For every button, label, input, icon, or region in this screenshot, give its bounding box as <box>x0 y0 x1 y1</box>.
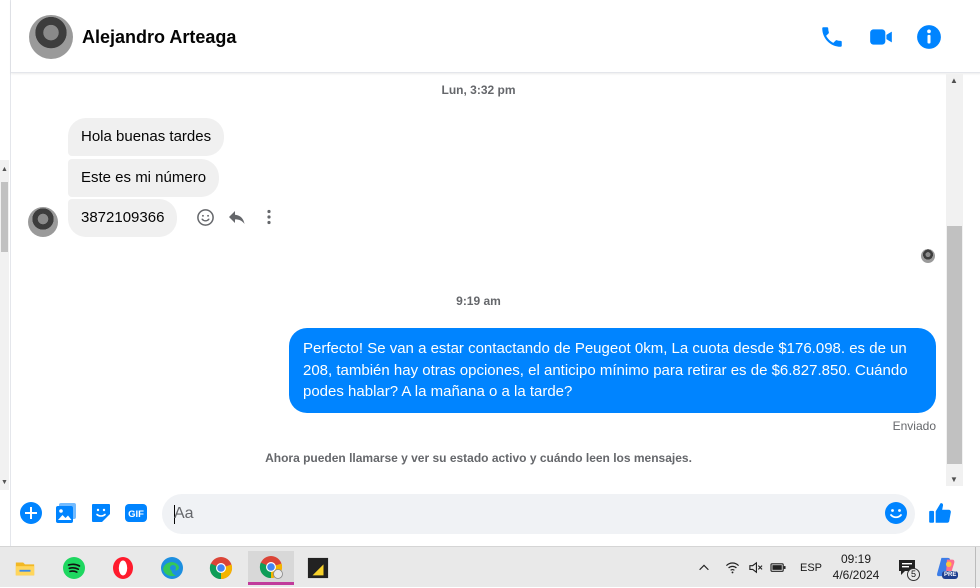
wifi-icon[interactable] <box>720 560 744 575</box>
battery-icon[interactable] <box>766 560 790 575</box>
notifications-icon[interactable]: 5 <box>897 557 920 581</box>
sticky-notes-icon[interactable] <box>298 551 338 585</box>
message-scrollbar-thumb[interactable] <box>947 226 962 464</box>
opera-icon[interactable] <box>103 551 143 585</box>
app-window: ▲ ▼ Alejandro Arteaga Lun, 3:32 pm Hola … <box>0 0 980 588</box>
system-notice: Ahora pueden llamarse y ver su estado ac… <box>265 451 692 465</box>
gif-icon[interactable]: GIF <box>124 501 148 525</box>
info-icon[interactable] <box>916 24 942 50</box>
scroll-down-arrow-icon[interactable]: ▼ <box>950 475 958 484</box>
incoming-message[interactable]: Este es mi número <box>68 159 220 197</box>
pre-badge: PRE <box>942 571 959 579</box>
gif-label: GIF <box>128 509 144 520</box>
contact-name[interactable]: Alejandro Arteaga <box>82 27 236 48</box>
windows-taskbar: ESP 09:19 4/6/2024 5 PRE <box>0 546 980 588</box>
video-camera-icon[interactable] <box>868 24 894 50</box>
system-tray: ESP <box>694 547 822 588</box>
outer-scrollbar[interactable]: ▲ ▼ <box>0 160 9 490</box>
chrome-profile-icon[interactable] <box>248 551 294 585</box>
show-desktop-button[interactable] <box>975 547 980 588</box>
scroll-down-arrow-icon[interactable]: ▼ <box>1 479 8 486</box>
scroll-up-arrow-icon[interactable]: ▲ <box>950 76 958 85</box>
emoji-icon[interactable] <box>884 501 908 525</box>
outgoing-message[interactable]: Perfecto! Se van a estar contactando de … <box>289 328 936 413</box>
chrome-icon[interactable] <box>201 551 241 585</box>
contact-small-avatar <box>28 207 58 237</box>
reply-icon[interactable] <box>227 207 247 227</box>
outer-scrollbar-thumb[interactable] <box>1 182 8 252</box>
chat-panel: Alejandro Arteaga Lun, 3:32 pm Hola buen… <box>10 0 980 546</box>
clock-time: 09:19 <box>840 552 872 566</box>
message-scrollbar[interactable]: ▲ ▼ <box>946 74 963 486</box>
language-indicator[interactable]: ESP <box>800 562 822 574</box>
more-options-icon[interactable] <box>259 207 279 227</box>
incoming-message[interactable]: 3872109366 <box>68 199 178 237</box>
composer-bar: GIF <box>11 490 980 540</box>
incoming-message[interactable]: Hola buenas tardes <box>68 118 225 156</box>
speaker-muted-icon[interactable] <box>744 560 766 575</box>
taskbar-clock[interactable]: 09:19 4/6/2024 <box>826 551 886 583</box>
react-emoji-icon[interactable] <box>195 207 215 227</box>
edge-icon[interactable] <box>152 551 192 585</box>
message-actions <box>195 207 279 227</box>
clock-date: 4/6/2024 <box>832 568 880 582</box>
scroll-up-arrow-icon[interactable]: ▲ <box>1 166 8 173</box>
sticker-icon[interactable] <box>89 501 113 525</box>
copilot-pre-icon[interactable]: PRE <box>935 556 959 580</box>
message-status: Enviado <box>892 419 936 433</box>
seen-indicator-avatar <box>921 249 935 263</box>
message-input[interactable] <box>174 494 874 534</box>
timestamp: 9:19 am <box>456 294 501 308</box>
chat-header: Alejandro Arteaga <box>11 0 980 73</box>
file-explorer-icon[interactable] <box>5 551 45 585</box>
thumbs-up-icon[interactable] <box>927 500 951 524</box>
chevron-up-icon[interactable] <box>694 561 714 575</box>
phone-icon[interactable] <box>819 24 845 50</box>
contact-avatar[interactable] <box>29 15 73 59</box>
timestamp: Lun, 3:32 pm <box>441 83 516 97</box>
spotify-icon[interactable] <box>54 551 94 585</box>
notification-count-badge: 5 <box>907 568 920 581</box>
message-input-container[interactable] <box>162 494 915 534</box>
message-list[interactable]: Lun, 3:32 pm Hola buenas tardes Este es … <box>11 74 946 486</box>
add-icon[interactable] <box>19 501 43 525</box>
image-gallery-icon[interactable] <box>54 501 78 525</box>
